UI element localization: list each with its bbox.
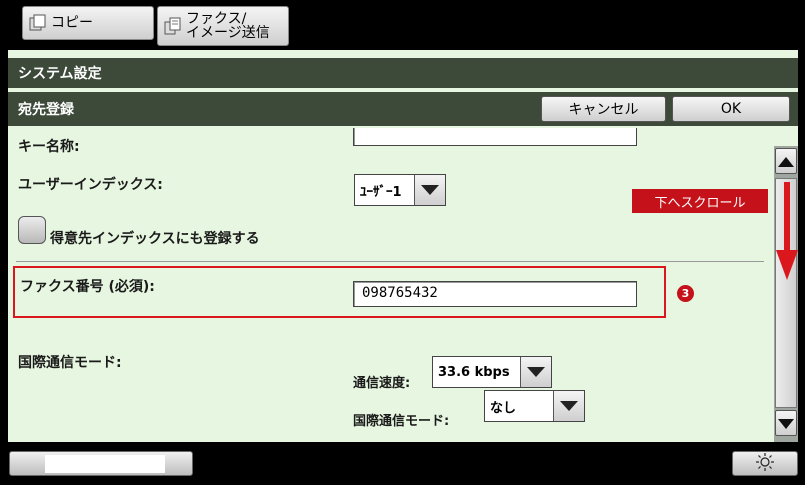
intl-mode-sub-label: 国際通信モード: xyxy=(353,414,450,429)
key-name-label: キー名称: xyxy=(18,139,80,155)
speed-select[interactable]: 33.6 kbps xyxy=(432,356,552,388)
scroll-down-callout-text: 下へスクロール xyxy=(654,195,746,211)
scroll-down-callout: 下へスクロール xyxy=(632,189,768,213)
fax-number-input[interactable]: 098765432 xyxy=(353,281,637,307)
register-checkbox-label: 得意先インデックスにも登録する xyxy=(50,231,260,247)
chevron-down-icon[interactable] xyxy=(553,391,584,421)
copy-icon xyxy=(29,14,47,32)
user-index-label: ユーザーインデックス: xyxy=(18,177,163,193)
scroll-down-arrow-icon xyxy=(776,182,798,282)
step-number-badge: 3 xyxy=(677,285,694,302)
status-display xyxy=(45,455,165,473)
key-name-field[interactable] xyxy=(353,128,637,146)
section-title: 宛先登録 xyxy=(18,102,74,118)
brightness-button[interactable] xyxy=(732,451,798,476)
speed-value: 33.6 kbps xyxy=(438,364,510,380)
user-index-value: ﾕｰｻﾞｰ1 xyxy=(360,184,402,200)
speed-label: 通信速度: xyxy=(353,376,411,391)
form-area: キー名称: ユーザーインデックス: ﾕｰｻﾞｰ1 得意先インデックスにも登録する… xyxy=(8,128,768,442)
chevron-down-icon[interactable] xyxy=(414,175,445,205)
tab-fax-label-line2: イメージ送信 xyxy=(186,25,270,41)
triangle-up-icon xyxy=(778,152,794,171)
user-index-select[interactable]: ﾕｰｻﾞｰ1 xyxy=(354,174,446,206)
tab-copy-label: コピー xyxy=(51,15,93,31)
page-title: システム設定 xyxy=(18,66,102,82)
register-checkbox[interactable] xyxy=(18,216,46,244)
status-bar-button[interactable] xyxy=(9,451,193,476)
fax-number-label: ファクス番号 (必須): xyxy=(20,279,155,295)
triangle-down-icon xyxy=(778,414,794,433)
step-number: 3 xyxy=(681,287,690,300)
scroll-up-button[interactable] xyxy=(775,148,797,174)
intl-mode-label: 国際通信モード: xyxy=(18,355,122,371)
copier-screen: { "tabs": { "copy": "コピー", "fax_line1": … xyxy=(0,0,805,485)
tab-copy[interactable]: コピー xyxy=(22,6,154,40)
scroll-down-button[interactable] xyxy=(775,410,797,436)
cancel-button[interactable]: キャンセル xyxy=(541,96,666,122)
fax-icon xyxy=(164,17,182,35)
brightness-icon xyxy=(754,452,776,475)
intl-mode-select[interactable]: なし xyxy=(484,390,585,422)
ok-button[interactable]: OK xyxy=(672,96,790,122)
tab-fax-image-send[interactable]: ファクス/ イメージ送信 xyxy=(157,6,289,46)
chevron-down-icon[interactable] xyxy=(520,357,551,387)
intl-mode-value: なし xyxy=(490,400,517,416)
tab-fax-label-line1: ファクス/ xyxy=(186,11,247,27)
system-settings-bar: システム設定 xyxy=(8,58,798,88)
settings-panel: システム設定 宛先登録 キャンセル OK キー名称: ユーザーインデックス: ﾕ… xyxy=(8,50,798,442)
divider xyxy=(16,261,764,262)
